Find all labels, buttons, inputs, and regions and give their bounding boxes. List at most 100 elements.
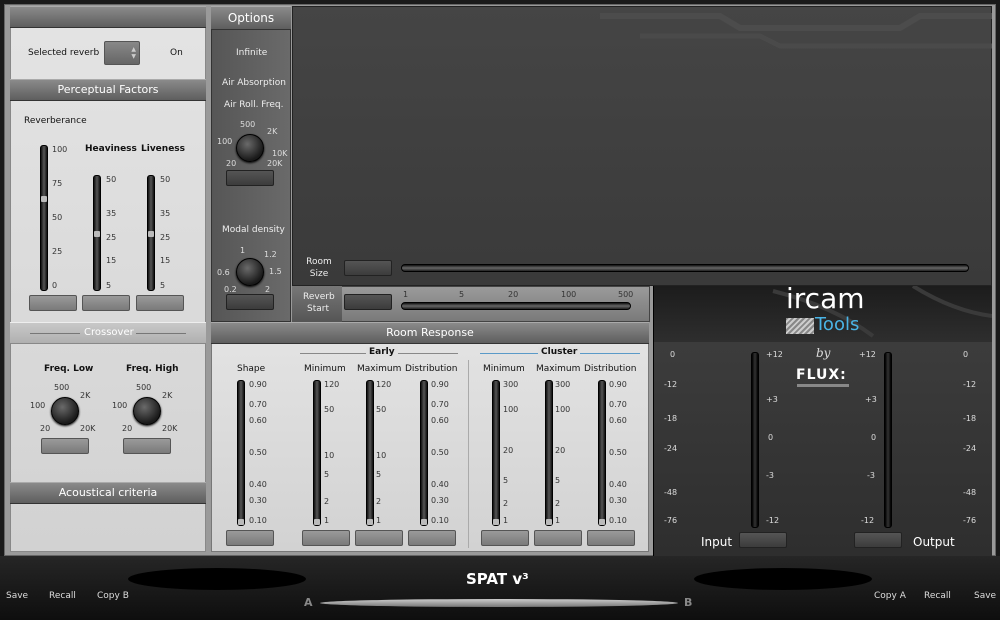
cluster-min-tick-1: 1 [503,516,509,525]
cluster-minimum-slider[interactable] [492,380,500,526]
early-minimum-label: Minimum [304,364,346,374]
shape-value-box[interactable] [226,530,274,546]
footer-left-slot [128,568,306,590]
modal-density-value-box[interactable] [226,294,274,310]
liveness-value-box[interactable] [136,295,184,311]
crossover-divider-right [136,333,186,334]
cluster-max-tick-100: 100 [555,405,571,414]
reverb-start-tick-20: 20 [508,290,519,299]
room-display-deco [600,13,992,49]
room-size-value-box[interactable] [344,260,392,276]
copy-a-button[interactable]: Copy A [874,591,906,601]
output-inner-tick-0: 0 [871,433,877,442]
freq-high-value-box[interactable] [123,438,171,454]
reverb-start-slider[interactable] [401,302,631,310]
heavy-tick-0: 50 [106,175,117,184]
early-distribution-slider[interactable] [420,380,428,526]
cluster-min-tick-20: 20 [503,446,514,455]
room-size-label-line1: Room [306,257,332,267]
shape-tick-0-40: 0.40 [249,480,267,489]
on-toggle[interactable]: On [170,48,183,58]
input-outer-tick-76: -76 [664,516,678,525]
cluster-maximum-value-box[interactable] [534,530,582,546]
selected-reverb-spinner[interactable]: ▲ ▼ [104,41,140,65]
recall-right-button[interactable]: Recall [924,591,951,601]
infinite-toggle[interactable]: Infinite [236,48,267,58]
input-inner-tick-p12: +12 [766,350,783,359]
cluster-maximum-label: Maximum [536,364,581,374]
early-minimum-slider[interactable] [313,380,321,526]
early-minimum-value-box[interactable] [302,530,350,546]
reverberance-slider[interactable] [40,145,48,291]
air-roll-freq-knob[interactable] [236,134,264,162]
spinner-arrows-icon: ▲ ▼ [131,46,136,60]
save-left-button[interactable]: Save [6,591,28,601]
freq-low-label: Freq. Low [44,364,94,374]
freq-high-knob[interactable] [133,397,161,425]
cluster-maximum-slider[interactable] [545,380,553,526]
cluster-distribution-slider[interactable] [598,380,606,526]
cluster-label: Cluster [538,347,581,357]
input-label: Input [701,535,733,549]
input-gain-box[interactable] [739,532,787,548]
save-right-button[interactable]: Save [974,591,996,601]
output-gain-box[interactable] [854,532,902,548]
heaviness-value-box[interactable] [82,295,130,311]
cluster-distribution-value-box[interactable] [587,530,635,546]
output-outer-tick-48: -48 [963,488,977,497]
heaviness-slider[interactable] [93,175,101,291]
copy-b-button[interactable]: Copy B [97,591,129,601]
freq-low-tick-500: 500 [54,383,70,392]
heavy-tick-3: 15 [106,256,117,265]
early-min-tick-5: 5 [324,470,330,479]
early-maximum-value-box[interactable] [355,530,403,546]
input-inner-tick-0: 0 [768,433,774,442]
crossover-divider-left [30,333,80,334]
reverb-start-value-box[interactable] [344,294,392,310]
reverb-tick-25: 25 [52,247,63,256]
live-tick-1: 35 [160,209,171,218]
early-maximum-slider[interactable] [366,380,374,526]
cluster-dist-tick-0-10: 0.10 [609,516,627,525]
cluster-dist-tick-0-90: 0.90 [609,380,627,389]
input-outer-tick-18: -18 [664,414,678,423]
acoustical-criteria-header: Acoustical criteria [10,482,206,504]
cluster-max-tick-5: 5 [555,476,561,485]
tools-logo: Tools [815,314,860,335]
options-header: Options [211,6,291,30]
heavy-tick-2: 25 [106,233,117,242]
cluster-minimum-value-box[interactable] [481,530,529,546]
air-absorption-toggle[interactable]: Air Absorption [222,78,286,88]
cluster-dist-tick-0-30: 0.30 [609,496,627,505]
liveness-slider[interactable] [147,175,155,291]
crossover-header: Crossover [84,327,134,338]
heaviness-label: Heaviness [85,144,137,154]
reverberance-value-box[interactable] [29,295,77,311]
modal-tick-1-2: 1.2 [264,250,277,259]
early-distribution-value-box[interactable] [408,530,456,546]
reverb-start-tick-5: 5 [459,290,465,299]
input-inner-tick-m12: -12 [766,516,780,525]
shape-slider[interactable] [237,380,245,526]
recall-left-button[interactable]: Recall [49,591,76,601]
ab-morph-slider[interactable] [320,599,678,607]
freq-low-tick-100: 100 [30,401,46,410]
air-roll-value-box[interactable] [226,170,274,186]
room-size-slider[interactable] [401,264,969,272]
early-min-tick-120: 120 [324,380,340,389]
reverb-tick-0: 0 [52,281,58,290]
modal-tick-0-6: 0.6 [217,268,230,277]
input-outer-tick-24: -24 [664,444,678,453]
early-cluster-separator [468,360,469,548]
freq-low-value-box[interactable] [41,438,89,454]
freq-low-knob[interactable] [51,397,79,425]
input-inner-tick-p3: +3 [766,395,778,404]
modal-tick-1: 1 [240,246,246,255]
early-max-tick-1: 1 [376,516,382,525]
cluster-max-tick-2: 2 [555,499,561,508]
early-max-tick-10: 10 [376,451,387,460]
shape-label: Shape [237,364,266,374]
output-inner-tick-p12: +12 [859,350,876,359]
modal-density-knob[interactable] [236,258,264,286]
flux-logo: FLUX: [796,367,847,383]
